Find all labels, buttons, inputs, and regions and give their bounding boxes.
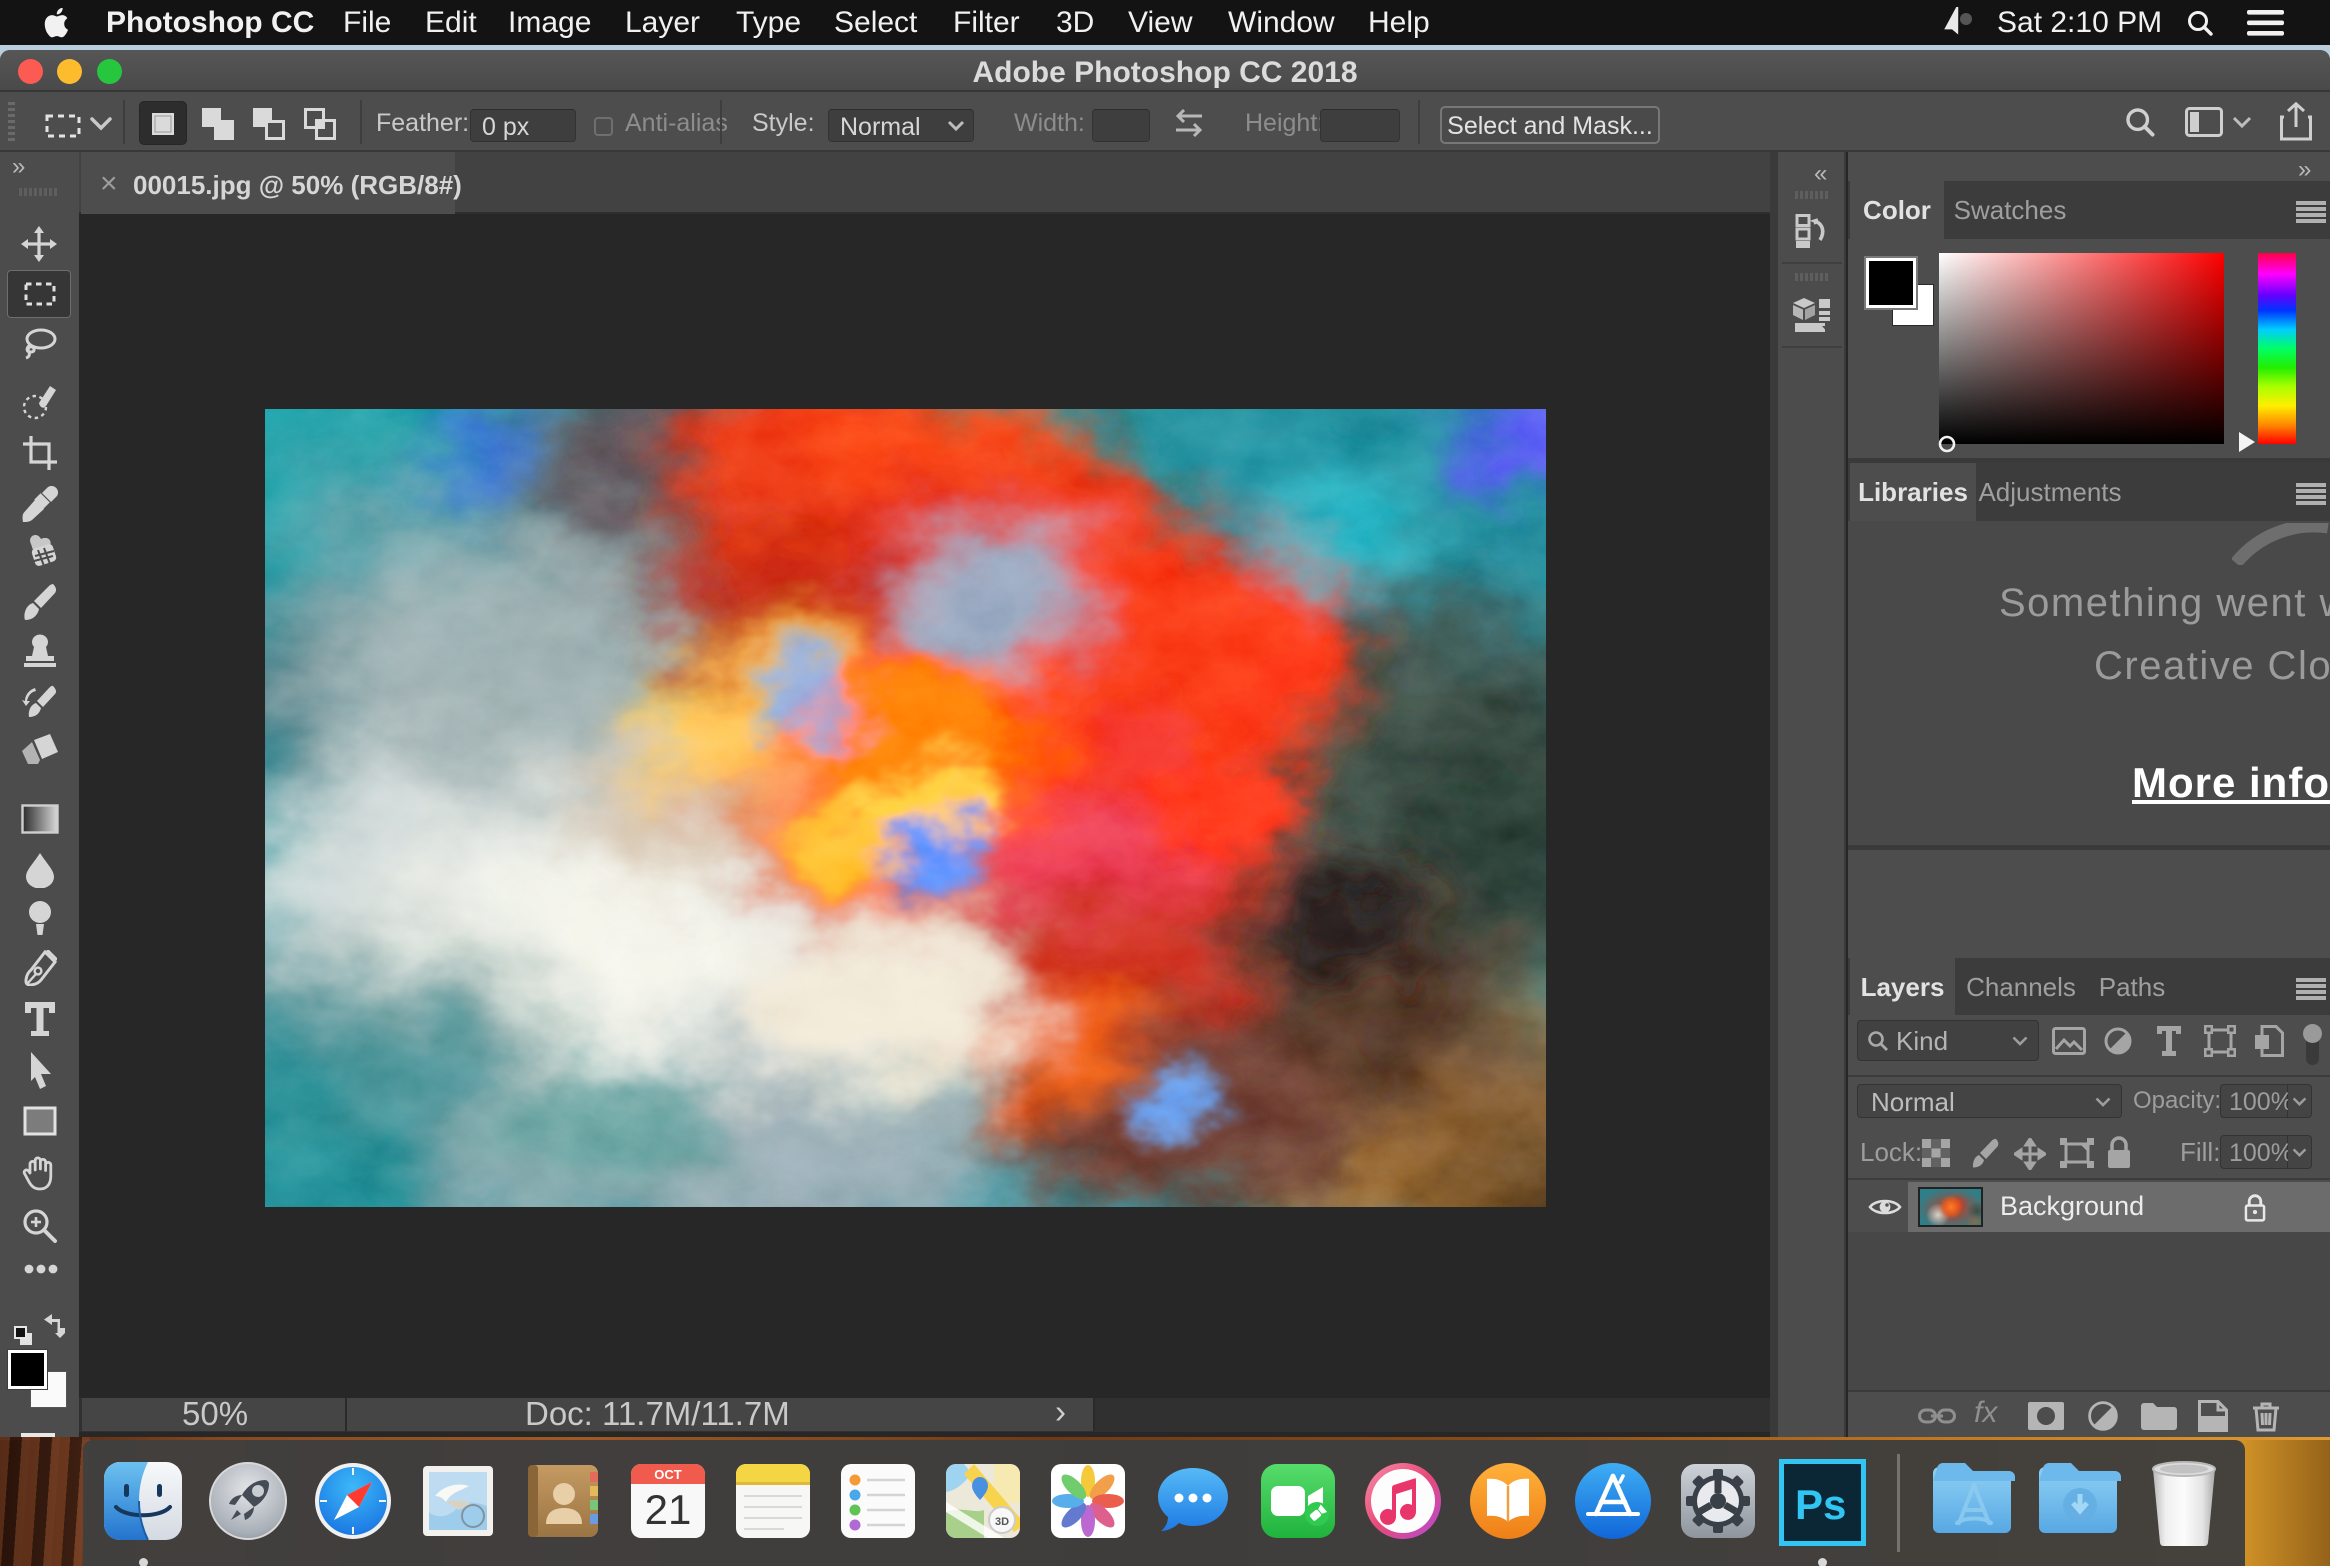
svg-text:21: 21 xyxy=(645,1486,692,1533)
svg-text:Ps: Ps xyxy=(1795,1481,1846,1528)
svg-text:OCT: OCT xyxy=(654,1467,682,1482)
svg-text:3D: 3D xyxy=(995,1516,1009,1528)
